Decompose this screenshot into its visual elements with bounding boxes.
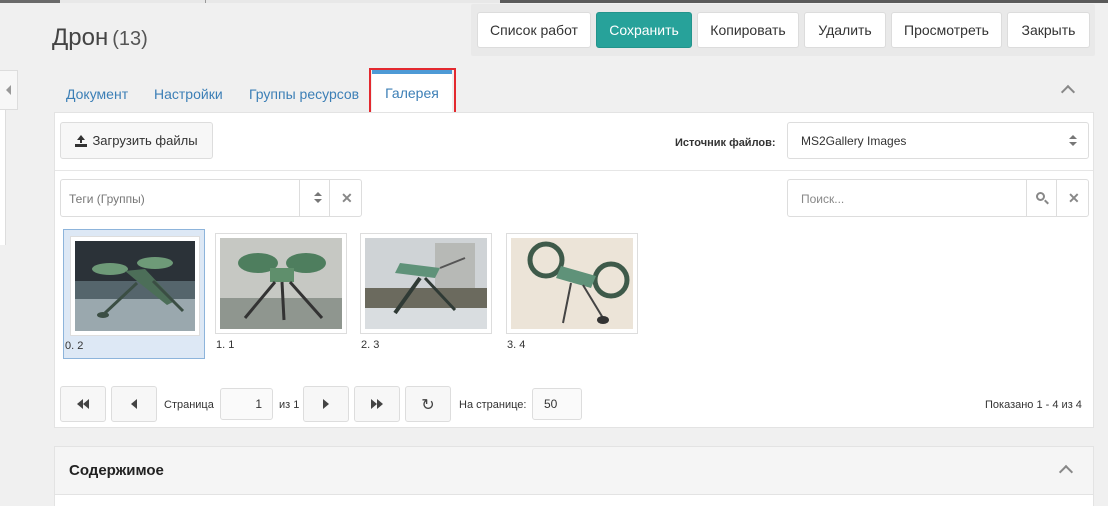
content-section-title: Содержимое <box>69 462 164 479</box>
delete-button[interactable]: Удалить <box>804 12 886 48</box>
search-icon[interactable] <box>1036 192 1049 205</box>
tab-settings[interactable]: Настройки <box>154 86 223 102</box>
gallery-image-frame <box>506 233 638 334</box>
page-title-count: (13) <box>112 28 148 50</box>
upload-files-label: Загрузить файлы <box>92 133 198 148</box>
action-toolbar: Список работ Сохранить Копировать Удалит… <box>471 4 1095 56</box>
top-strip-segment <box>0 0 60 3</box>
chevron-left-icon <box>6 85 11 95</box>
file-source-value: MS2Gallery Images <box>801 133 907 148</box>
drone-image <box>75 241 195 331</box>
gallery-image-item[interactable]: 3. 4 <box>506 229 648 359</box>
chevron-left-icon <box>131 399 137 409</box>
refresh-button[interactable]: ↻ <box>405 386 451 422</box>
upload-files-button[interactable]: Загрузить файлы <box>60 122 213 159</box>
view-button[interactable]: Просмотреть <box>891 12 1002 48</box>
gallery-image-item[interactable]: 0. 2 <box>63 229 205 359</box>
tags-filter-select[interactable]: Теги (Группы) ✕ <box>60 179 362 217</box>
gallery-image-caption: 0. 2 <box>65 340 84 352</box>
sidebar-collapse-handle[interactable] <box>0 70 18 110</box>
search-input[interactable]: Поиск... <box>801 192 844 206</box>
gallery-image-frame <box>215 233 347 334</box>
drone-image <box>511 238 633 329</box>
copy-button[interactable]: Копировать <box>697 12 799 48</box>
drone-image <box>365 238 487 329</box>
gallery-image-caption: 1. 1 <box>216 339 235 351</box>
search-clear-icon[interactable]: ✕ <box>1068 190 1080 207</box>
chevron-right-icon <box>323 399 329 409</box>
file-source-label: Источник файлов: <box>675 137 776 149</box>
refresh-icon: ↻ <box>421 394 435 414</box>
tags-filter-placeholder: Теги (Группы) <box>69 192 145 206</box>
page-total-label: из 1 <box>279 399 300 411</box>
tab-resource-groups[interactable]: Группы ресурсов <box>249 86 359 102</box>
top-strip-segment <box>500 0 1108 3</box>
collapse-content-chevron-up-icon[interactable] <box>1058 464 1074 480</box>
top-strip <box>0 0 1108 3</box>
search-field[interactable]: Поиск... ✕ <box>787 179 1089 217</box>
upload-icon <box>75 134 88 147</box>
close-button[interactable]: Закрыть <box>1007 12 1090 48</box>
content-section: Содержимое <box>54 446 1094 506</box>
gallery-image-caption: 2. 3 <box>361 339 380 351</box>
per-page-input[interactable]: 50 <box>532 388 582 420</box>
last-page-button[interactable] <box>354 386 400 422</box>
select-arrows-icon <box>1069 135 1078 147</box>
tab-highlight-box <box>369 68 456 115</box>
gallery-image-caption: 3. 4 <box>507 339 526 351</box>
per-page-label: На странице: <box>459 399 527 411</box>
work-list-button[interactable]: Список работ <box>477 12 591 48</box>
top-strip-divider <box>205 0 206 3</box>
page-label: Страница <box>164 399 214 411</box>
toolbar-divider <box>55 170 1093 171</box>
save-button[interactable]: Сохранить <box>596 12 692 48</box>
gallery-image-frame <box>360 233 492 334</box>
page-input[interactable]: 1 <box>220 388 273 420</box>
gallery-image-item[interactable]: 1. 1 <box>215 229 357 359</box>
page-title: Дрон (13) <box>52 24 148 52</box>
page-title-text: Дрон <box>52 24 109 51</box>
gallery-image-item[interactable]: 2. 3 <box>360 229 502 359</box>
prev-page-button[interactable] <box>111 386 157 422</box>
file-source-select[interactable]: MS2Gallery Images <box>787 122 1089 159</box>
shown-count-label: Показано 1 - 4 из 4 <box>985 399 1082 411</box>
tags-clear-icon[interactable]: ✕ <box>341 190 353 207</box>
next-page-button[interactable] <box>303 386 349 422</box>
gallery-image-frame <box>70 236 200 336</box>
tab-document[interactable]: Документ <box>66 86 128 102</box>
collapse-tabs-chevron-up-icon[interactable] <box>1060 84 1076 100</box>
content-section-header[interactable]: Содержимое <box>55 447 1093 495</box>
first-page-button[interactable] <box>60 386 106 422</box>
tags-select-arrows-icon[interactable] <box>314 192 323 204</box>
drone-image <box>220 238 342 329</box>
gallery-panel: Загрузить файлы Источник файлов: MS2Gall… <box>54 112 1094 428</box>
